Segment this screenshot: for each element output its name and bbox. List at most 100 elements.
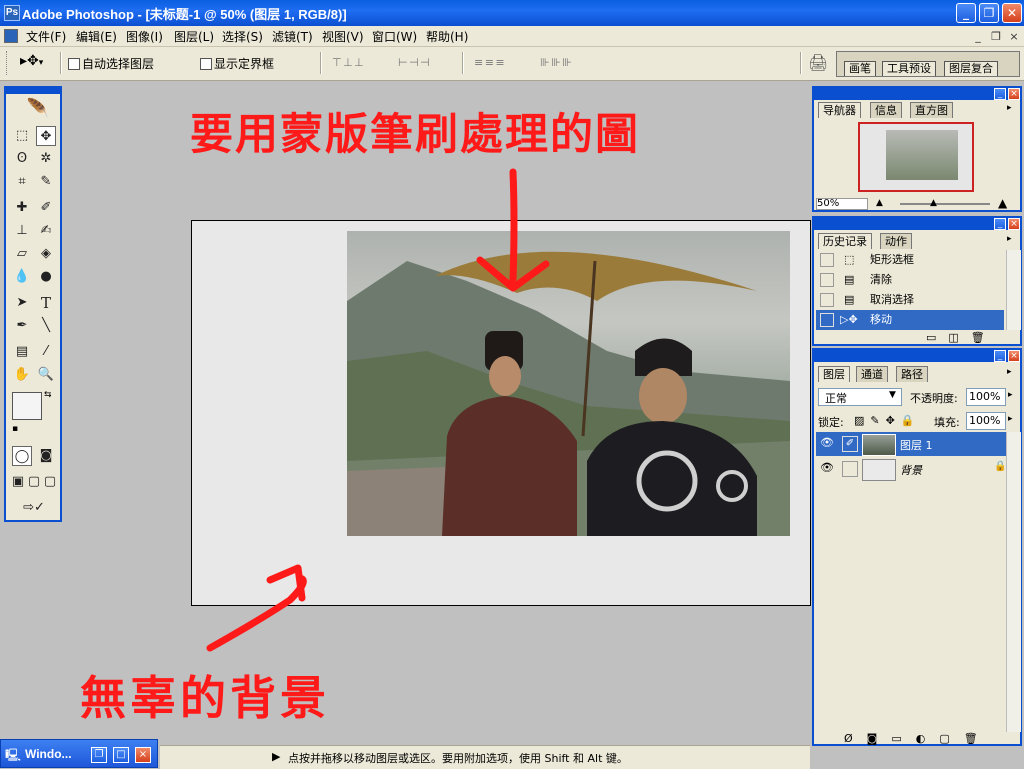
quick-mask-icon[interactable]: ◙	[36, 446, 56, 466]
auto-select-checkbox[interactable]	[68, 58, 80, 70]
screen-mode-menubar-icon[interactable]: ▢	[26, 472, 42, 492]
menu-help[interactable]: 帮助(H)	[426, 28, 468, 45]
history-item[interactable]: ▤ 取消选择	[816, 290, 1006, 310]
gripper[interactable]	[6, 51, 9, 75]
zoom-in-icon[interactable]: ▲	[998, 196, 1007, 210]
crop-tool-icon[interactable]: ⌗	[12, 172, 32, 192]
paint-bucket-tool-icon[interactable]: ◈	[36, 244, 56, 264]
panel-close-button[interactable]: ×	[1008, 218, 1020, 230]
menu-image[interactable]: 图像(I)	[126, 28, 163, 45]
taskbar-maximize-button[interactable]: □	[113, 747, 129, 763]
doc-restore-button[interactable]: ❐	[988, 30, 1004, 43]
tab-channels[interactable]: 通道	[856, 366, 888, 382]
tab-actions[interactable]: 动作	[880, 233, 912, 249]
file-browser-icon[interactable]: 🖨	[808, 53, 828, 72]
menu-select[interactable]: 选择(S)	[222, 28, 263, 45]
history-item[interactable]: ⬚ 矩形选框	[816, 250, 1006, 270]
zoom-tool-icon[interactable]: 🔍	[36, 365, 56, 385]
fill-arrow-icon[interactable]: ▸	[1008, 414, 1013, 424]
status-arrow-icon[interactable]: ▶	[272, 750, 280, 763]
doc-close-button[interactable]: ×	[1006, 30, 1022, 43]
align-vertical-icons[interactable]: ⊤ ⊥ ⊥	[332, 56, 364, 69]
blend-mode-select[interactable]: 正常 ▼	[818, 388, 902, 406]
tab-tool-presets[interactable]: 工具预设	[882, 61, 936, 76]
taskbar-restore-button[interactable]: ❐	[91, 747, 107, 763]
panel-menu-icon[interactable]: ▸	[1007, 103, 1012, 113]
layer-row[interactable]: 👁 背景 🔒	[816, 457, 1006, 481]
slice-tool-icon[interactable]: ✎	[36, 172, 56, 192]
history-state-checkbox[interactable]	[820, 293, 834, 307]
eye-icon[interactable]: 👁	[820, 436, 834, 449]
show-bounds-checkbox[interactable]	[200, 58, 212, 70]
panel-titlebar[interactable]	[814, 350, 1020, 362]
close-button[interactable]: ✕	[1002, 3, 1022, 23]
toolbox-titlebar[interactable]	[6, 88, 60, 94]
notes-tool-icon[interactable]: ▤	[12, 342, 32, 362]
layers-scrollbar[interactable]	[1006, 432, 1021, 732]
history-item[interactable]: ▤ 清除	[816, 270, 1006, 290]
opacity-arrow-icon[interactable]: ▸	[1008, 390, 1013, 400]
title-bar[interactable]: Ps Adobe Photoshop - [未标题-1 @ 50% (图层 1,…	[0, 0, 1024, 26]
line-tool-icon[interactable]: ╲	[36, 316, 56, 336]
move-tool-icon[interactable]: ▸✥▾	[20, 53, 43, 69]
layers-footer-icons[interactable]: Ø◙▭◐▢🗑	[844, 732, 992, 745]
foreground-color-swatch[interactable]	[12, 392, 42, 420]
doc-minimize-button[interactable]: _	[970, 30, 986, 43]
tab-info[interactable]: 信息	[870, 102, 902, 118]
zoom-out-icon[interactable]: ▲	[876, 198, 883, 208]
standard-mode-icon[interactable]: ◯	[12, 446, 32, 466]
history-footer-icons[interactable]: ▭◫🗑	[926, 331, 997, 344]
menu-view[interactable]: 视图(V)	[322, 28, 364, 45]
brush-tool-icon[interactable]: ✐	[36, 198, 56, 218]
swap-colors-icon[interactable]: ⇆	[44, 390, 52, 400]
eye-icon[interactable]: 👁	[820, 461, 834, 474]
distribute-horizontal-icons[interactable]: ⊪ ⊪ ⊪	[540, 56, 572, 69]
type-tool-icon[interactable]: T	[36, 293, 56, 313]
magic-wand-tool-icon[interactable]: ✲	[36, 149, 56, 169]
screen-mode-standard-icon[interactable]: ▣	[10, 472, 26, 492]
tab-brushes[interactable]: 画笔	[844, 61, 876, 76]
history-scrollbar[interactable]	[1006, 250, 1021, 330]
tab-navigator[interactable]: 导航器	[818, 102, 861, 118]
zoom-slider-thumb-icon[interactable]: ▲	[930, 198, 937, 208]
marquee-tool-icon[interactable]: ⬚	[12, 126, 32, 146]
menu-file[interactable]: 文件(F)	[26, 28, 66, 45]
restore-button[interactable]: ❐	[979, 3, 999, 23]
panel-menu-icon[interactable]: ▸	[1007, 234, 1012, 244]
taskbar-close-button[interactable]: ×	[135, 747, 151, 763]
zoom-slider[interactable]	[900, 203, 990, 205]
menu-filter[interactable]: 滤镜(T)	[272, 28, 313, 45]
eyedropper-tool-icon[interactable]: ⁄	[36, 342, 56, 362]
menu-window[interactable]: 窗口(W)	[372, 28, 417, 45]
panel-titlebar[interactable]	[814, 88, 1020, 100]
tab-paths[interactable]: 路径	[896, 366, 928, 382]
lock-icons[interactable]: ▨✎✥🔒	[854, 414, 921, 427]
tab-history[interactable]: 历史记录	[818, 233, 872, 249]
clone-stamp-tool-icon[interactable]: ⊥	[12, 221, 32, 241]
history-item-selected[interactable]: ▷✥ 移动	[816, 310, 1004, 330]
layer-row-selected[interactable]: 👁 ✐ 图层 1	[816, 432, 1006, 456]
menu-edit[interactable]: 编辑(E)	[76, 28, 117, 45]
panel-minimize-button[interactable]: _	[994, 218, 1006, 230]
healing-brush-tool-icon[interactable]: ✚	[12, 198, 32, 218]
brush-link-icon[interactable]: ✐	[842, 436, 858, 452]
align-horizontal-icons[interactable]: ⊢ ⊣ ⊣	[398, 56, 430, 69]
hand-tool-icon[interactable]: ✋	[12, 365, 32, 385]
layer-link-box[interactable]	[842, 461, 858, 477]
navigator-thumbnail[interactable]	[858, 122, 974, 192]
history-brush-tool-icon[interactable]: ✍	[36, 221, 56, 241]
history-state-checkbox[interactable]	[820, 313, 834, 327]
fill-input[interactable]: 100%	[966, 412, 1006, 430]
tab-histogram[interactable]: 直方图	[910, 102, 953, 118]
panel-minimize-button[interactable]: _	[994, 350, 1006, 362]
menu-layer[interactable]: 图层(L)	[174, 28, 214, 45]
default-colors-icon[interactable]: ▪	[12, 424, 18, 434]
eraser-tool-icon[interactable]: ▱	[12, 244, 32, 264]
history-state-checkbox[interactable]	[820, 253, 834, 267]
taskbar-window-button[interactable]: 🖳 Windo... ❐ □ ×	[0, 739, 158, 768]
panel-minimize-button[interactable]: _	[994, 88, 1006, 100]
dodge-tool-icon[interactable]: ●	[36, 267, 56, 287]
move-tool-button-icon[interactable]: ✥	[36, 126, 56, 146]
zoom-field[interactable]: 50%	[816, 198, 868, 210]
path-selection-tool-icon[interactable]: ➤	[12, 293, 32, 313]
